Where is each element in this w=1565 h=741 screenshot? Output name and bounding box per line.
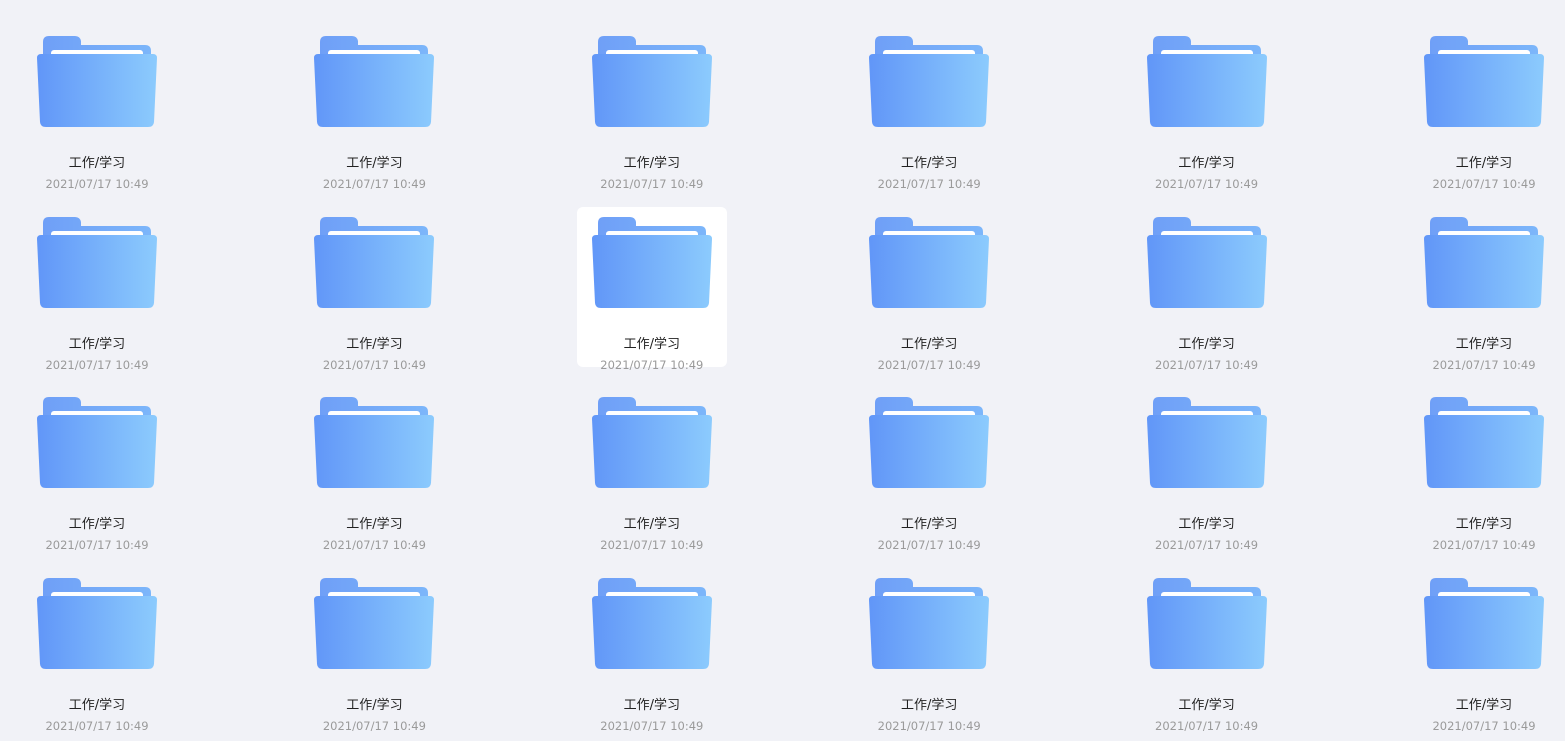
- folder-name: 工作/学习: [346, 697, 403, 713]
- folder-date: 2021/07/17 10:49: [45, 177, 149, 191]
- folder-date: 2021/07/17 10:49: [600, 177, 704, 191]
- folder-date: 2021/07/17 10:49: [45, 357, 149, 372]
- folder-name: 工作/学习: [900, 336, 958, 352]
- folder-icon: [591, 577, 712, 669]
- folder-icon: [591, 397, 712, 488]
- folder-icon: [869, 577, 990, 669]
- folder-icon: [37, 36, 157, 127]
- folder-tile-1[interactable]: 工作/学习 2021/07/17 10:49: [22, 26, 172, 191]
- folder-icon: [37, 577, 157, 669]
- folder-tile-11[interactable]: 工作/学习 2021/07/17 10:49: [1132, 207, 1282, 372]
- folder-date: 2021/07/17 10:49: [322, 357, 426, 372]
- folder-name: 工作/学习: [68, 517, 126, 532]
- folder-icon: [1146, 397, 1267, 488]
- folder-name: 工作/学习: [900, 517, 958, 532]
- folder-icon: [1424, 577, 1544, 669]
- folder-date: 2021/07/17 10:49: [600, 357, 704, 372]
- folder-date: 2021/07/17 10:49: [322, 177, 426, 191]
- folder-name: 工作/学习: [1178, 156, 1235, 171]
- folder-name: 工作/学习: [1178, 697, 1235, 713]
- folder-name: 工作/学习: [68, 697, 126, 713]
- folder-tile-20[interactable]: 工作/学习 2021/07/17 10:49: [299, 568, 449, 733]
- folder-tile-2[interactable]: 工作/学习 2021/07/17 10:49: [299, 26, 449, 191]
- folder-date: 2021/07/17 10:49: [877, 538, 981, 552]
- folder-tile-14[interactable]: 工作/学习 2021/07/17 10:49: [299, 387, 449, 552]
- folder-icon: [1424, 397, 1544, 488]
- folder-date: 2021/07/17 10:49: [1432, 177, 1536, 191]
- folder-date: 2021/07/17 10:49: [322, 718, 426, 733]
- folder-icon: [1424, 36, 1544, 127]
- folder-date: 2021/07/17 10:49: [1432, 538, 1536, 552]
- folder-name: 工作/学习: [1455, 697, 1513, 713]
- folder-tile-23[interactable]: 工作/学习 2021/07/17 10:49: [1132, 568, 1282, 733]
- folder-icon: [314, 397, 435, 488]
- folder-icon: [1146, 577, 1267, 669]
- folder-name: 工作/学习: [623, 697, 680, 713]
- folder-name: 工作/学习: [1455, 517, 1513, 532]
- folder-date: 2021/07/17 10:49: [600, 538, 704, 552]
- folder-date: 2021/07/17 10:49: [600, 718, 704, 733]
- folder-icon: [314, 36, 435, 127]
- folder-icon: [1146, 36, 1267, 127]
- folder-icon: [869, 216, 990, 308]
- folder-tile-18[interactable]: 工作/学习 2021/07/17 10:49: [1409, 387, 1559, 552]
- folder-tile-5[interactable]: 工作/学习 2021/07/17 10:49: [1132, 26, 1282, 191]
- folder-tile-21[interactable]: 工作/学习 2021/07/17 10:49: [577, 568, 727, 733]
- folder-date: 2021/07/17 10:49: [322, 538, 426, 552]
- folder-date: 2021/07/17 10:49: [45, 538, 149, 552]
- folder-date: 2021/07/17 10:49: [1155, 538, 1259, 552]
- folder-name: 工作/学习: [623, 336, 680, 352]
- folder-icon: [869, 36, 990, 127]
- folder-icon: [591, 36, 712, 127]
- folder-icon: [37, 397, 157, 488]
- folder-tile-10[interactable]: 工作/学习 2021/07/17 10:49: [854, 207, 1004, 372]
- folder-icon: [591, 216, 712, 308]
- folder-tile-22[interactable]: 工作/学习 2021/07/17 10:49: [854, 568, 1004, 733]
- folder-date: 2021/07/17 10:49: [1432, 357, 1536, 372]
- folder-tile-15[interactable]: 工作/学习 2021/07/17 10:49: [577, 387, 727, 552]
- folder-date: 2021/07/17 10:49: [1155, 177, 1259, 191]
- folder-tile-9[interactable]: 工作/学习 2021/07/17 10:49: [576, 206, 727, 372]
- folder-date: 2021/07/17 10:49: [877, 718, 981, 733]
- folder-name: 工作/学习: [1178, 517, 1235, 532]
- folder-name: 工作/学习: [623, 517, 680, 532]
- folder-name: 工作/学习: [900, 156, 958, 171]
- folder-tile-6[interactable]: 工作/学习 2021/07/17 10:49: [1409, 26, 1559, 191]
- folder-tile-4[interactable]: 工作/学习 2021/07/17 10:49: [854, 26, 1004, 191]
- folder-icon: [1146, 216, 1267, 308]
- folder-name: 工作/学习: [68, 156, 126, 171]
- folder-tile-3[interactable]: 工作/学习 2021/07/17 10:49: [577, 26, 727, 191]
- folder-icon: [37, 216, 157, 308]
- folder-date: 2021/07/17 10:49: [1432, 718, 1536, 733]
- folder-name: 工作/学习: [1455, 336, 1513, 352]
- folder-name: 工作/学习: [1178, 336, 1235, 352]
- folder-date: 2021/07/17 10:49: [1155, 357, 1259, 372]
- folder-tile-19[interactable]: 工作/学习 2021/07/17 10:49: [22, 568, 172, 733]
- folder-date: 2021/07/17 10:49: [45, 718, 149, 733]
- folder-icon: [314, 216, 435, 308]
- folder-name: 工作/学习: [346, 517, 403, 532]
- folder-name: 工作/学习: [623, 156, 680, 171]
- folder-icon: [869, 397, 990, 488]
- folder-date: 2021/07/17 10:49: [877, 357, 981, 372]
- folder-date: 2021/07/17 10:49: [1155, 718, 1259, 733]
- folder-tile-17[interactable]: 工作/学习 2021/07/17 10:49: [1132, 387, 1282, 552]
- folder-name: 工作/学习: [1455, 156, 1513, 171]
- folder-name: 工作/学习: [346, 156, 403, 171]
- folder-name: 工作/学习: [68, 336, 126, 352]
- folder-tile-24[interactable]: 工作/学习 2021/07/17 10:49: [1409, 568, 1559, 733]
- folder-date: 2021/07/17 10:49: [877, 177, 981, 191]
- folder-icon: [314, 577, 435, 669]
- folder-icon: [1424, 216, 1544, 308]
- folder-name: 工作/学习: [900, 697, 958, 713]
- folder-tile-13[interactable]: 工作/学习 2021/07/17 10:49: [22, 387, 172, 552]
- folder-tile-8[interactable]: 工作/学习 2021/07/17 10:49: [299, 207, 449, 372]
- folder-tile-12[interactable]: 工作/学习 2021/07/17 10:49: [1409, 207, 1559, 372]
- folder-name: 工作/学习: [346, 336, 403, 352]
- folder-grid: 工作/学习 2021/07/17 10:49 工作/学习 2021/07/17: [0, 0, 1565, 741]
- folder-tile-7[interactable]: 工作/学习 2021/07/17 10:49: [22, 207, 172, 372]
- folder-tile-16[interactable]: 工作/学习 2021/07/17 10:49: [854, 387, 1004, 552]
